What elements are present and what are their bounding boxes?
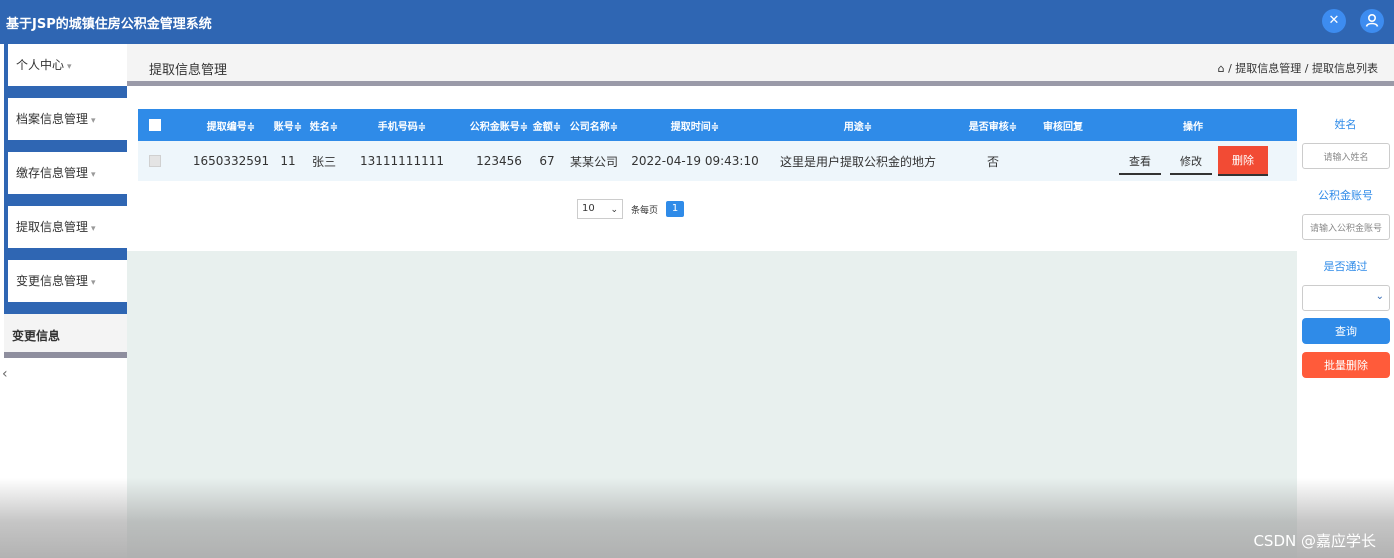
delete-button-label: 删除	[1218, 146, 1268, 176]
cell-company: 某某公司	[569, 154, 618, 169]
chevron-down-icon: ⌄	[1375, 291, 1384, 302]
cell-withdraw-time: 2022-04-19 09:43:10	[631, 154, 759, 168]
col-name[interactable]: 姓名≑	[302, 109, 346, 141]
expand-icon[interactable]: ✕	[1322, 9, 1346, 33]
view-button-label: 查看	[1119, 147, 1161, 175]
cell-approved: 否	[986, 154, 999, 169]
sidebar: 个人中心 ▾ 档案信息管理 ▾ 缴存信息管理 ▾ 提取信息管理 ▾ 变更信息管理 ▾ 变更…	[0, 44, 127, 558]
sidebar-item-personal-center[interactable]: 个人中心 ▾	[4, 44, 127, 86]
delete-button[interactable]: 删除	[1218, 141, 1268, 181]
sidebar-item-label: 个人中心	[16, 58, 65, 72]
name-input[interactable]: 请输入姓名	[1302, 143, 1390, 169]
page-size-select[interactable]: 10 ⌄	[577, 199, 623, 219]
sidebar-subitem-change-info[interactable]: 变更信息	[4, 314, 127, 358]
batch-delete-button[interactable]: 批量删除	[1302, 352, 1390, 378]
sidebar-subitem-label: 变更信息	[12, 329, 61, 343]
approved-label: 是否通过	[1323, 260, 1368, 273]
caret-down-icon: ▾	[91, 224, 96, 234]
sidebar-item-label: 提取信息管理	[16, 220, 89, 234]
col-withdraw-time[interactable]: 提取时间≑	[628, 109, 762, 141]
sidebar-item-archive[interactable]: 档案信息管理 ▾	[4, 98, 127, 140]
watermark: CSDN @嘉应学长	[1253, 532, 1376, 550]
select-all-checkbox[interactable]	[138, 109, 172, 141]
col-purpose[interactable]: 用途≑	[778, 109, 938, 141]
page-size-label: 条每页	[631, 205, 659, 216]
col-approved[interactable]: 是否审核≑	[958, 109, 1028, 141]
page-title: 提取信息管理	[149, 63, 228, 78]
table-header: 提取编号≑ 账号≑ 姓名≑ 手机号码≑ 公积金账号≑ 金额≑ 公司名称≑ 提取时…	[138, 109, 1298, 141]
col-company[interactable]: 公司名称≑	[552, 109, 636, 141]
sidebar-item-label: 缴存信息管理	[16, 166, 89, 180]
search-panel: 姓名 请输入姓名 公积金账号 请输入公积金账号 是否通过 ⌄ 查询 批量删除	[1297, 91, 1394, 558]
name-label: 姓名	[1334, 118, 1357, 131]
table-row: 1650332591 11 张三 13111111111 123456 67 某…	[138, 141, 1298, 181]
home-icon[interactable]: ⌂	[1218, 62, 1225, 75]
user-icon[interactable]	[1360, 9, 1384, 33]
caret-down-icon: ▾	[67, 62, 72, 72]
main-area: 提取编号≑ 账号≑ 姓名≑ 手机号码≑ 公积金账号≑ 金额≑ 公司名称≑ 提取时…	[127, 91, 1298, 558]
fund-account-input[interactable]: 请输入公积金账号	[1302, 214, 1390, 240]
caret-down-icon: ▾	[91, 278, 96, 288]
content-header: 提取信息管理 ⌂ / 提取信息管理 / 提取信息列表	[127, 44, 1394, 86]
sidebar-divider	[4, 194, 127, 206]
sidebar-item-withdraw[interactable]: 提取信息管理 ▾	[4, 206, 127, 248]
caret-down-icon: ▾	[91, 170, 96, 180]
col-actions: 操作	[1183, 121, 1203, 133]
app-title: 基于JSP的城镇住房公积金管理系统	[6, 17, 212, 32]
sidebar-item-deposit[interactable]: 缴存信息管理 ▾	[4, 152, 127, 194]
collapse-arrow-icon[interactable]: ‹	[2, 366, 8, 382]
view-button[interactable]: 查看	[1114, 141, 1166, 181]
caret-down-icon: ▾	[91, 116, 96, 126]
sidebar-item-label: 档案信息管理	[16, 112, 89, 126]
cell-name: 张三	[311, 154, 336, 169]
col-review-reply: 审核回复	[1043, 121, 1083, 133]
sidebar-divider	[4, 86, 127, 98]
sidebar-divider	[4, 140, 127, 152]
top-bar: 基于JSP的城镇住房公积金管理系统 ✕	[0, 0, 1394, 44]
fund-account-label: 公积金账号	[1318, 189, 1373, 202]
edit-button[interactable]: 修改	[1166, 141, 1216, 181]
pagination: 10 ⌄ 条每页 1	[577, 199, 685, 219]
edit-button-label: 修改	[1170, 147, 1212, 175]
breadcrumb: ⌂ / 提取信息管理 / 提取信息列表	[1218, 60, 1378, 76]
sidebar-item-label: 变更信息管理	[16, 274, 89, 288]
row-checkbox[interactable]	[138, 141, 172, 181]
breadcrumb-text[interactable]: / 提取信息管理 / 提取信息列表	[1228, 62, 1378, 75]
table-panel: 提取编号≑ 账号≑ 姓名≑ 手机号码≑ 公积金账号≑ 金额≑ 公司名称≑ 提取时…	[127, 91, 1298, 251]
sidebar-item-change[interactable]: 变更信息管理 ▾	[4, 260, 127, 302]
cell-review-reply	[1023, 141, 1103, 181]
page-size-value: 10	[582, 203, 595, 214]
approved-select[interactable]: ⌄	[1302, 285, 1390, 311]
sidebar-divider	[4, 248, 127, 260]
chevron-down-icon: ⌄	[610, 205, 618, 215]
sidebar-divider	[4, 302, 127, 314]
cell-purpose: 这里是用户提取公积金的地方	[779, 154, 936, 169]
page-1-button[interactable]: 1	[666, 201, 685, 217]
query-button[interactable]: 查询	[1302, 318, 1390, 344]
